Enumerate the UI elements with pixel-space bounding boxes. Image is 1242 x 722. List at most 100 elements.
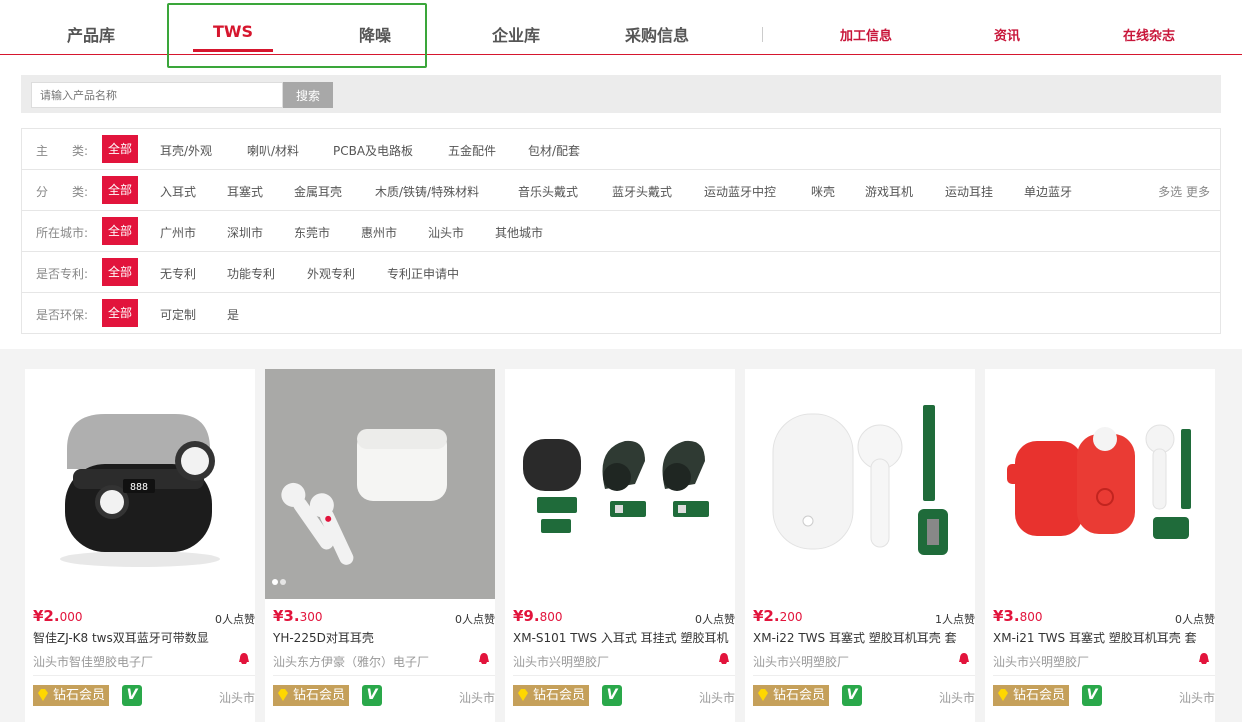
filter-option[interactable]: 木质/铁铸/特殊材料 xyxy=(375,183,479,200)
filter-option[interactable]: 可定制 xyxy=(160,306,196,323)
product-image[interactable] xyxy=(745,369,975,599)
nav-item-purchase-info[interactable]: 采购信息 xyxy=(625,22,689,46)
filter-all-button[interactable]: 全部 xyxy=(102,135,138,163)
filter-option[interactable]: 惠州市 xyxy=(361,224,397,241)
filter-option[interactable]: 外观专利 xyxy=(307,265,355,282)
filter-option[interactable]: 功能专利 xyxy=(227,265,275,282)
product-card[interactable]: ¥2.200 1人点赞 XM-i22 TWS 耳塞式 塑胶耳机耳壳 套 汕头市兴… xyxy=(745,369,975,722)
company-name[interactable]: 汕头市兴明塑胶厂 xyxy=(753,653,849,670)
like-count: 0人点赞 xyxy=(1175,613,1215,626)
product-card[interactable]: 888 ¥2.000 0人点赞 智佳ZJ-K8 tws双耳蓝牙可带数显 汕头市智… xyxy=(25,369,255,722)
product-image[interactable] xyxy=(505,369,735,599)
badge-label: 钻石会员 xyxy=(773,688,826,703)
diamond-member-badge: 钻石会员 xyxy=(33,685,110,706)
qq-icon[interactable] xyxy=(717,652,731,666)
filter-all-button[interactable]: 全部 xyxy=(102,176,138,204)
filter-label: 是否环保: xyxy=(36,308,89,322)
qq-icon[interactable] xyxy=(957,652,971,666)
filter-option[interactable]: 深圳市 xyxy=(227,224,263,241)
qq-icon[interactable] xyxy=(1197,652,1211,666)
card-divider xyxy=(993,675,1215,676)
product-title[interactable]: 智佳ZJ-K8 tws双耳蓝牙可带数显 xyxy=(33,629,253,646)
filter-option[interactable]: 咪壳 xyxy=(811,183,835,200)
company-name[interactable]: 汕头市智佳塑胶电子厂 xyxy=(33,653,153,670)
filter-option[interactable]: 是 xyxy=(227,306,239,323)
product-image[interactable] xyxy=(265,369,495,599)
city-label: 汕头市 xyxy=(938,691,975,705)
verified-badge: V xyxy=(1082,685,1102,706)
company-name[interactable]: 汕头东方伊豪（雅尔）电子厂 xyxy=(273,653,429,670)
filter-option[interactable]: 汕头市 xyxy=(428,224,464,241)
highlight-box xyxy=(167,3,427,68)
city-label: 汕头市 xyxy=(218,691,255,705)
filter-option[interactable]: 五金配件 xyxy=(448,142,496,159)
filter-row-main-category: 主 类: 全部 耳壳/外观 喇叭/材料 PCBA及电路板 五金配件 包材/配套 xyxy=(22,129,1220,170)
multi-select-more-link[interactable]: 多选 更多 xyxy=(1158,183,1210,200)
nav-divider xyxy=(762,27,763,42)
filter-all-button[interactable]: 全部 xyxy=(102,217,138,245)
filter-option[interactable]: 喇叭/材料 xyxy=(247,142,299,159)
company-name[interactable]: 汕头市兴明塑胶厂 xyxy=(993,653,1089,670)
price-integer: ¥2. xyxy=(33,607,60,625)
company-name[interactable]: 汕头市兴明塑胶厂 xyxy=(513,653,609,670)
filter-all-button[interactable]: 全部 xyxy=(102,258,138,286)
price-integer: ¥9. xyxy=(513,607,540,625)
qq-icon[interactable] xyxy=(237,652,251,666)
badge-label: 钻石会员 xyxy=(533,688,586,703)
nav-item-company-library[interactable]: 企业库 xyxy=(492,22,540,46)
filter-option[interactable]: 游戏耳机 xyxy=(865,183,913,200)
filter-option[interactable]: PCBA及电路板 xyxy=(333,142,413,159)
product-price: ¥9.800 xyxy=(513,607,562,625)
filter-label: 是否专利: xyxy=(36,267,89,281)
filter-option[interactable]: 耳塞式 xyxy=(227,183,263,200)
card-divider xyxy=(753,675,975,676)
product-title[interactable]: XM-S101 TWS 入耳式 耳挂式 塑胶耳机 xyxy=(513,629,733,646)
price-decimal: 800 xyxy=(1019,610,1043,624)
filter-option[interactable]: 东莞市 xyxy=(294,224,330,241)
filter-label: 主 类: xyxy=(36,144,89,158)
product-price: ¥2.000 xyxy=(33,607,82,625)
nav-item-product-library[interactable]: 产品库 xyxy=(67,22,115,46)
diamond-icon xyxy=(278,689,288,701)
filter-option[interactable]: 耳壳/外观 xyxy=(160,142,212,159)
badge-label: 钻石会员 xyxy=(1013,688,1066,703)
nav-item-news[interactable]: 资讯 xyxy=(994,25,1020,44)
product-title[interactable]: YH-225D对耳耳壳 xyxy=(273,629,493,646)
filter-option[interactable]: 入耳式 xyxy=(160,183,196,200)
white-case-earbud-pcb-image xyxy=(772,405,948,555)
diamond-icon xyxy=(758,689,768,701)
card-divider xyxy=(513,675,735,676)
product-card[interactable]: ¥3.300 0人点赞 YH-225D对耳耳壳 汕头东方伊豪（雅尔）电子厂 钻石… xyxy=(265,369,495,722)
search-button[interactable]: 搜索 xyxy=(283,82,333,108)
qq-icon[interactable] xyxy=(477,652,491,666)
filter-option[interactable]: 金属耳壳 xyxy=(294,183,342,200)
filter-option[interactable]: 广州市 xyxy=(160,224,196,241)
product-image[interactable]: 888 xyxy=(25,369,255,599)
filter-option[interactable]: 单边蓝牙 xyxy=(1024,183,1072,200)
product-card[interactable]: ¥9.800 0人点赞 XM-S101 TWS 入耳式 耳挂式 塑胶耳机 汕头市… xyxy=(505,369,735,722)
filter-row-patent: 是否专利: 全部 无专利 功能专利 外观专利 专利正申请中 xyxy=(22,252,1220,293)
nav-item-processing-info[interactable]: 加工信息 xyxy=(840,25,892,44)
card-divider xyxy=(273,675,495,676)
nav-item-online-magazine[interactable]: 在线杂志 xyxy=(1123,25,1175,44)
filter-label: 分 类: xyxy=(36,185,89,199)
filter-option[interactable]: 运动蓝牙中控 xyxy=(704,183,776,200)
product-card[interactable]: ¥3.800 0人点赞 XM-i21 TWS 耳塞式 塑胶耳机耳壳 套 汕头市兴… xyxy=(985,369,1215,722)
filter-row-eco: 是否环保: 全部 可定制 是 xyxy=(22,293,1220,334)
filter-option[interactable]: 运动耳挂 xyxy=(945,183,993,200)
verified-badge: V xyxy=(842,685,862,706)
filter-all-button[interactable]: 全部 xyxy=(102,299,138,327)
filter-option[interactable]: 无专利 xyxy=(160,265,196,282)
like-count: 0人点赞 xyxy=(695,613,735,626)
filter-option[interactable]: 包材/配套 xyxy=(528,142,580,159)
product-image[interactable] xyxy=(985,369,1215,599)
filter-option[interactable]: 其他城市 xyxy=(495,224,543,241)
product-title[interactable]: XM-i22 TWS 耳塞式 塑胶耳机耳壳 套 xyxy=(753,629,973,646)
filter-option[interactable]: 蓝牙头戴式 xyxy=(612,183,672,200)
search-input[interactable] xyxy=(31,82,283,108)
filter-option[interactable]: 专利正申请中 xyxy=(387,265,459,282)
product-title[interactable]: XM-i21 TWS 耳塞式 塑胶耳机耳壳 套 xyxy=(993,629,1213,646)
price-decimal: 000 xyxy=(59,610,83,624)
price-decimal: 800 xyxy=(539,610,563,624)
filter-option[interactable]: 音乐头戴式 xyxy=(518,183,578,200)
